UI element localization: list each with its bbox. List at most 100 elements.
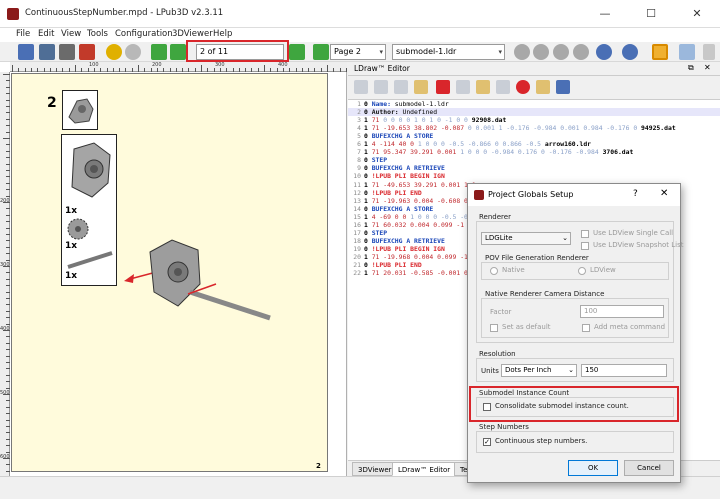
note-icon[interactable] xyxy=(536,80,550,94)
submodel-instance-count-group: Consolidate submodel instance count. xyxy=(476,397,674,417)
first-page-icon[interactable] xyxy=(151,44,167,60)
rotate-icon[interactable] xyxy=(514,44,530,60)
save-icon[interactable] xyxy=(556,80,570,94)
instruction-page[interactable]: 2 1x 1x 1x 2 xyxy=(11,73,328,472)
cut-icon[interactable] xyxy=(436,80,450,94)
menu-view[interactable]: View xyxy=(61,29,81,39)
chevron-down-icon: ⌄ xyxy=(562,234,568,242)
ruler-tick xyxy=(169,68,171,72)
submodel-combo[interactable]: submodel-1.ldr ▾ xyxy=(392,44,505,60)
continuous-step-numbers-checkbox[interactable]: ✓ xyxy=(483,438,491,446)
menu-edit[interactable]: Edit xyxy=(38,29,54,39)
maximize-button[interactable]: ☐ xyxy=(628,4,674,24)
tab-3dviewer[interactable]: 3DViewer xyxy=(352,462,398,476)
line-number: 20 xyxy=(353,252,361,261)
previous-page-icon[interactable] xyxy=(170,44,186,60)
ruler-tick xyxy=(3,266,10,267)
code-line[interactable]: 61 4 -114 40 0 1 0 0 0 -0.5 -0.866 0 0.8… xyxy=(348,140,720,148)
factor-input[interactable]: 100 xyxy=(580,305,664,318)
zoom-out-icon[interactable] xyxy=(622,44,638,60)
ruler-tick xyxy=(339,68,341,72)
ruler-tick xyxy=(163,68,165,72)
menu-3dviewer[interactable]: 3DViewer xyxy=(172,29,213,39)
menu-help[interactable]: Help xyxy=(213,29,232,39)
code-line[interactable]: 80 STEP xyxy=(348,156,720,164)
edit-icon[interactable] xyxy=(414,80,428,94)
page-combo[interactable]: Page 2 ▾ xyxy=(330,44,386,60)
find-icon[interactable] xyxy=(496,80,510,94)
update-icon[interactable] xyxy=(374,80,388,94)
save-icon[interactable] xyxy=(39,44,55,60)
paste-icon[interactable] xyxy=(476,80,490,94)
open-icon[interactable] xyxy=(18,44,34,60)
copy-icon[interactable] xyxy=(394,80,408,94)
units-select[interactable]: Dots Per Inch ⌄ xyxy=(501,364,577,377)
menu-configuration[interactable]: Configuration xyxy=(115,29,173,39)
more-icon[interactable] xyxy=(703,44,715,60)
code-line[interactable]: 50 BUFEXCHG A STORE xyxy=(348,132,720,140)
code-line[interactable]: 20 Author: Undefined xyxy=(348,108,720,116)
ldview-single-call-checkbox[interactable] xyxy=(581,230,589,238)
native-radio[interactable] xyxy=(490,267,498,275)
line-number: 19 xyxy=(353,244,361,253)
grid-icon[interactable] xyxy=(679,44,695,60)
duplicate-icon[interactable] xyxy=(456,80,470,94)
ok-button[interactable]: OK xyxy=(568,460,618,476)
ruler-tick xyxy=(6,118,10,120)
delete-icon[interactable] xyxy=(516,80,530,94)
zoom-in-icon[interactable] xyxy=(596,44,612,60)
code-line[interactable]: 31 71 0 0 0 0 1 0 1 0 -1 0 0 92908.dat xyxy=(348,116,720,124)
rotate-cw-icon[interactable] xyxy=(533,44,549,60)
rotate-step-icon[interactable] xyxy=(573,44,589,60)
cancel-button[interactable]: Cancel xyxy=(624,460,674,476)
set-default-checkbox[interactable] xyxy=(490,324,498,332)
redo-icon[interactable] xyxy=(125,44,141,60)
renderer-select[interactable]: LDGLite ⌄ xyxy=(481,232,571,245)
menu-file[interactable]: File xyxy=(16,29,30,39)
dialog-close-button[interactable]: ✕ xyxy=(660,188,668,199)
tab-ldraw-editor[interactable]: LDraw™ Editor xyxy=(392,462,457,476)
add-meta-checkbox[interactable] xyxy=(582,324,590,332)
menu-tools[interactable]: Tools xyxy=(87,29,108,39)
ldview-radio[interactable] xyxy=(578,267,586,275)
undo-icon[interactable] xyxy=(106,44,122,60)
last-page-icon[interactable] xyxy=(313,44,329,60)
code-token: 0 xyxy=(364,100,372,108)
ruler-tick xyxy=(6,349,10,351)
help-button[interactable]: ? xyxy=(633,189,638,199)
ruler-tick xyxy=(6,406,10,408)
float-icon[interactable]: ⧉ xyxy=(688,63,694,73)
code-token: 71 xyxy=(371,252,384,261)
code-line[interactable]: 90 BUFEXCHG A RETRIEVE xyxy=(348,164,720,172)
step-field[interactable]: 2 of 11 xyxy=(196,44,284,60)
next-page-icon[interactable] xyxy=(289,44,305,60)
pdf-icon[interactable] xyxy=(79,44,95,60)
ruler-tick xyxy=(119,68,121,72)
ruler-tick xyxy=(131,68,133,72)
code-token: 1 xyxy=(364,252,372,261)
ldview-snapshot-list-checkbox[interactable] xyxy=(581,242,589,250)
ldview-snapshot-list-label: Use LDView Snapshot List xyxy=(593,241,684,249)
code-line[interactable]: 10 0 !LPUB PLI BEGIN IGN xyxy=(348,172,720,180)
fit-page-icon[interactable] xyxy=(652,44,668,60)
editor-title: LDraw™ Editor xyxy=(354,64,410,73)
ruler-tick xyxy=(320,68,322,72)
submodel-preview[interactable] xyxy=(62,90,98,130)
ruler-tick xyxy=(226,68,228,72)
redraw-icon[interactable] xyxy=(354,80,368,94)
code-line[interactable]: 71 71 95.347 39.291 0.001 1 0 0 0 -0.984… xyxy=(348,148,720,156)
minimize-button[interactable]: — xyxy=(582,4,628,24)
renderer-label: Renderer xyxy=(479,213,511,221)
ruler-tick xyxy=(6,419,10,421)
print-icon[interactable] xyxy=(59,44,75,60)
rotate-ccw-icon[interactable] xyxy=(553,44,569,60)
close-icon[interactable]: ✕ xyxy=(704,63,711,72)
consolidate-checkbox[interactable] xyxy=(483,403,491,411)
ruler-tick xyxy=(6,438,10,440)
code-line[interactable]: 41 71 -19.653 38.802 -0.087 0 0.001 1 -0… xyxy=(348,124,720,132)
resolution-input[interactable]: 150 xyxy=(581,364,667,377)
code-token: 0 xyxy=(364,261,372,269)
code-line[interactable]: 10 Name: submodel-1.ldr xyxy=(348,100,720,108)
close-button[interactable]: ✕ xyxy=(674,4,720,24)
ruler-tick xyxy=(6,106,10,107)
